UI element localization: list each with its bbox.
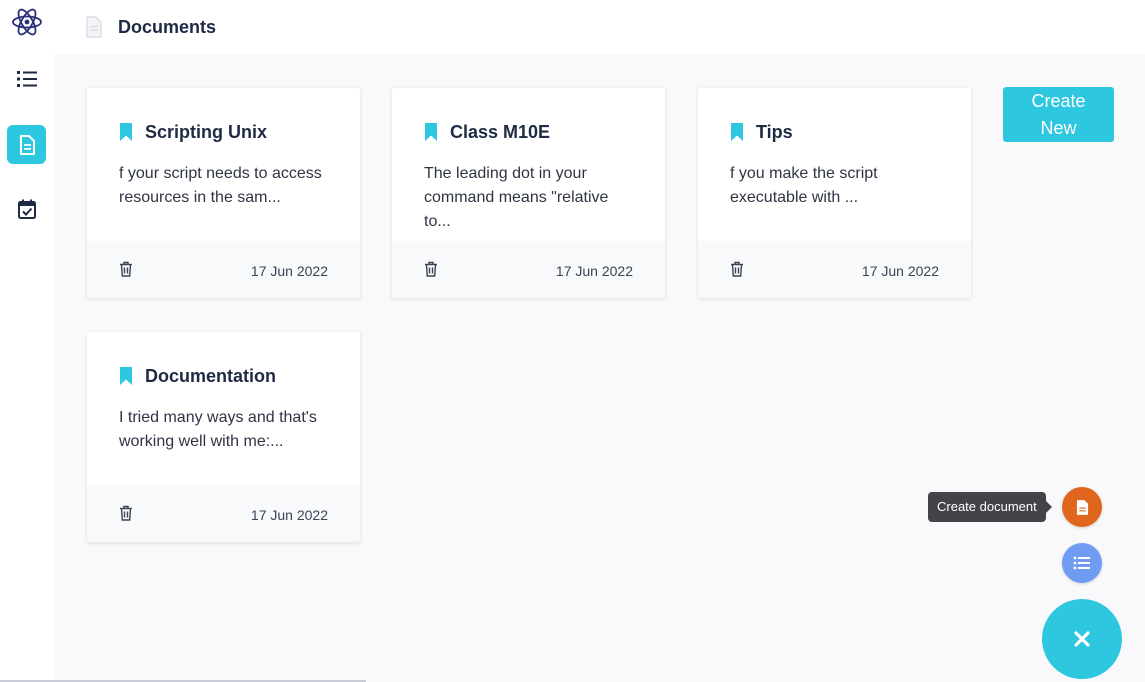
card-date: 17 Jun 2022 — [861, 263, 939, 279]
list-documents-fab[interactable] — [1062, 543, 1102, 583]
card-footer: 17 Jun 2022 — [87, 241, 360, 298]
document-icon — [19, 134, 35, 155]
close-icon — [1074, 631, 1090, 647]
create-new-button[interactable]: Create New — [1003, 87, 1114, 142]
card-date: 17 Jun 2022 — [250, 263, 328, 279]
document-card[interactable]: Scripting Unix f your script needs to ac… — [87, 88, 360, 298]
document-card[interactable]: Tips f you make the script executable wi… — [698, 88, 971, 298]
card-excerpt: I tried many ways and that's working wel… — [119, 409, 317, 450]
card-excerpt: f your script needs to access resources … — [119, 165, 322, 206]
close-fab-menu-button[interactable] — [1042, 599, 1122, 679]
page-title: Documents — [118, 17, 217, 37]
trash-icon[interactable] — [119, 261, 133, 277]
document-card[interactable]: Class M10E The leading dot in your comma… — [392, 88, 665, 298]
document-icon — [1076, 499, 1088, 515]
sidebar-item-calendar[interactable] — [7, 189, 46, 228]
card-footer: 17 Jun 2022 — [392, 241, 665, 298]
card-date: 17 Jun 2022 — [250, 507, 328, 523]
card-footer: 17 Jun 2022 — [698, 241, 971, 298]
card-excerpt: The leading dot in your command means "r… — [424, 165, 609, 230]
atom-logo-icon[interactable] — [11, 6, 43, 38]
sidebar — [0, 0, 55, 682]
bookmark-icon — [120, 123, 132, 141]
bookmark-icon — [425, 123, 437, 141]
sidebar-item-list[interactable] — [7, 59, 46, 98]
list-icon — [1073, 556, 1090, 570]
page-header: Documents — [55, 0, 1145, 54]
card-title: Class M10E — [450, 122, 551, 142]
document-icon — [86, 16, 102, 38]
card-date: 17 Jun 2022 — [555, 263, 633, 279]
trash-icon[interactable] — [424, 261, 438, 277]
sidebar-item-documents[interactable] — [7, 125, 46, 164]
card-title: Tips — [756, 122, 793, 142]
bookmark-icon — [731, 123, 743, 141]
create-document-fab[interactable] — [1062, 487, 1102, 527]
trash-icon[interactable] — [730, 261, 744, 277]
card-footer: 17 Jun 2022 — [87, 485, 360, 542]
bookmark-icon — [120, 367, 132, 385]
card-title: Documentation — [145, 366, 277, 386]
calendar-check-icon — [17, 199, 36, 219]
document-card[interactable]: Documentation I tried many ways and that… — [87, 332, 360, 542]
list-icon — [16, 70, 37, 87]
card-title: Scripting Unix — [145, 122, 268, 142]
create-document-tooltip: Create document — [928, 492, 1052, 522]
card-excerpt: f you make the script executable with ..… — [730, 165, 878, 206]
trash-icon[interactable] — [119, 505, 133, 521]
